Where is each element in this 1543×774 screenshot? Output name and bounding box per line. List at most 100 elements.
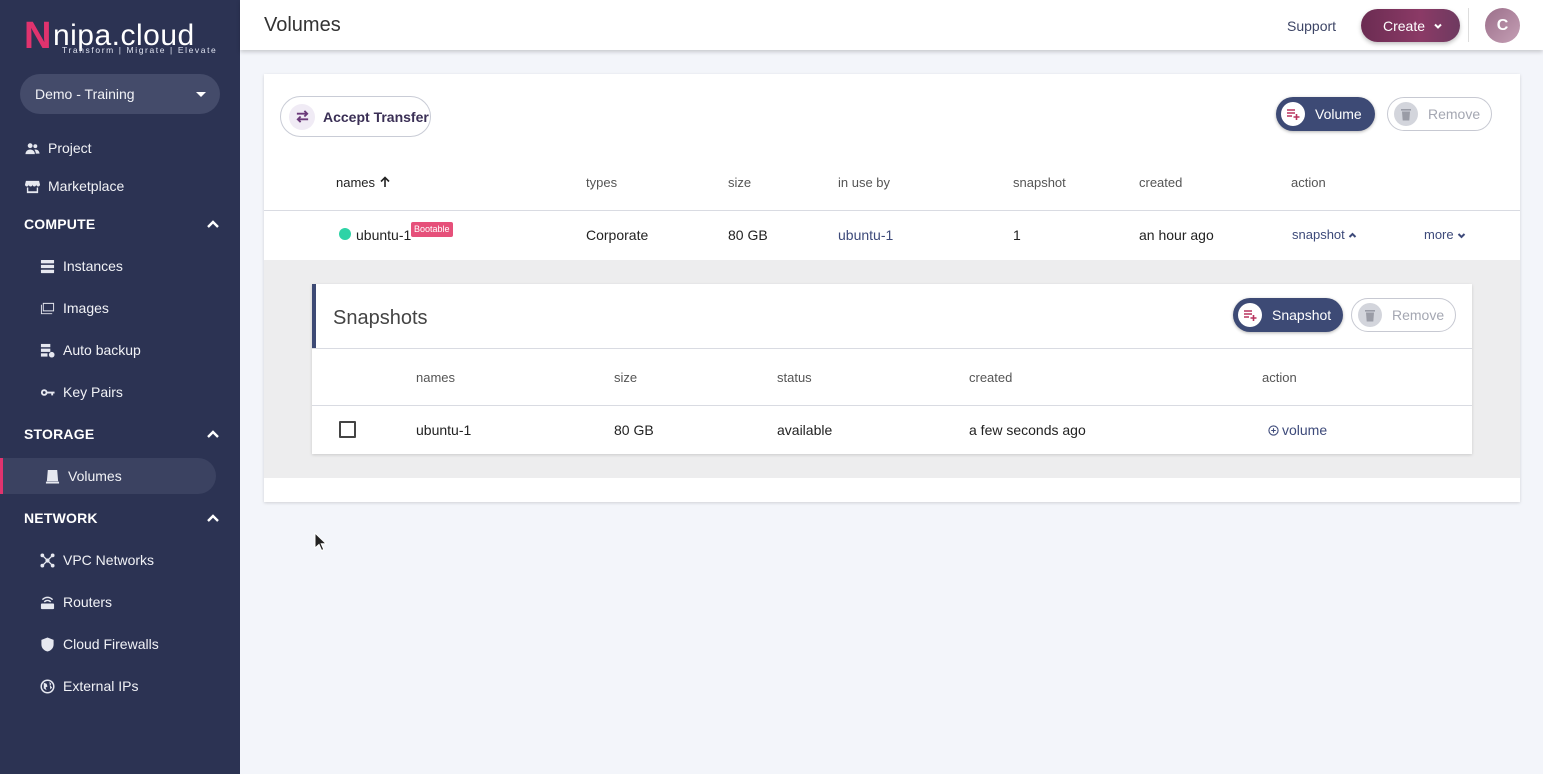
column-header-snapshot: snapshot xyxy=(1013,175,1066,190)
section-network[interactable]: NETWORK xyxy=(24,508,220,528)
sidebar-item-marketplace[interactable]: Marketplace xyxy=(0,168,240,204)
trash-icon xyxy=(1358,303,1382,327)
logo-tagline: Transform | Migrate | Elevate xyxy=(62,45,218,55)
accept-transfer-button[interactable]: Accept Transfer xyxy=(280,96,431,137)
add-snapshot-button[interactable]: Snapshot xyxy=(1233,298,1343,332)
add-list-icon xyxy=(1238,303,1262,327)
create-button-label: Create xyxy=(1383,17,1426,34)
chevron-up-icon xyxy=(207,220,219,228)
column-header-in-use-by: in use by xyxy=(838,175,891,190)
volume-in-use-by-link[interactable]: ubuntu-1 xyxy=(838,227,893,243)
sidebar-item-external-ips[interactable]: External IPs xyxy=(0,668,240,704)
sidebar-item-cloud-firewalls[interactable]: Cloud Firewalls xyxy=(0,626,240,662)
sidebar-item-label: Instances xyxy=(63,258,123,274)
snapshots-table-divider xyxy=(312,405,1472,406)
table-divider xyxy=(264,210,1520,211)
section-title: STORAGE xyxy=(24,426,95,442)
remove-snapshot-label: Remove xyxy=(1392,307,1445,323)
router-icon xyxy=(39,594,55,610)
snapshot-name: ubuntu-1 xyxy=(416,422,472,438)
sidebar-item-instances[interactable]: Instances xyxy=(0,248,240,284)
sidebar-item-volumes[interactable]: Volumes xyxy=(0,458,216,494)
sidebar-item-key-pairs[interactable]: Key Pairs xyxy=(0,374,240,410)
logo-initial: N xyxy=(24,15,52,57)
column-header-names[interactable]: names xyxy=(336,175,391,190)
chevron-up-icon xyxy=(207,514,219,522)
chevron-down-icon xyxy=(1434,23,1442,29)
snapshots-header-divider xyxy=(312,348,1472,349)
sidebar-item-routers[interactable]: Routers xyxy=(0,584,240,620)
store-icon xyxy=(24,178,40,194)
sidebar-item-project[interactable]: Project xyxy=(0,130,240,166)
more-label: more xyxy=(1424,227,1454,242)
more-dropdown-button[interactable]: more xyxy=(1424,227,1466,242)
snapshot-created: a few seconds ago xyxy=(969,422,1086,438)
sidebar-item-label: External IPs xyxy=(63,678,139,694)
transfer-icon xyxy=(289,103,315,130)
snapshot-expand-panel: Snapshots Snapshot Remove names size sta… xyxy=(264,260,1520,478)
support-link[interactable]: Support xyxy=(1287,18,1336,34)
images-icon xyxy=(39,300,55,316)
snapshots-card: Snapshots Snapshot Remove names size sta… xyxy=(312,284,1472,454)
sidebar-item-images[interactable]: Images xyxy=(0,290,240,326)
snapshots-accent-bar xyxy=(312,284,316,348)
sidebar-item-auto-backup[interactable]: Auto backup xyxy=(0,332,240,368)
top-header: Volumes Support Create C xyxy=(240,0,1543,50)
key-icon xyxy=(39,384,55,400)
project-selector-value: Demo - Training xyxy=(35,86,135,102)
page-title: Volumes xyxy=(264,14,341,36)
sidebar-item-label: Images xyxy=(63,300,109,316)
add-snapshot-label: Snapshot xyxy=(1272,307,1332,323)
remove-volume-button[interactable]: Remove xyxy=(1387,97,1492,131)
remove-snapshot-button[interactable]: Remove xyxy=(1351,298,1456,332)
create-volume-from-snapshot-button[interactable]: volume xyxy=(1268,422,1327,438)
trash-icon xyxy=(1394,102,1418,126)
globe-icon xyxy=(39,678,55,694)
volumes-card: Accept Transfer Volume Remove names type… xyxy=(264,74,1520,502)
snapshot-column-header-names: names xyxy=(416,370,456,385)
snapshot-toggle-button[interactable]: snapshot xyxy=(1292,227,1357,242)
snapshot-status: available xyxy=(777,422,833,438)
volume-icon xyxy=(44,468,60,484)
backup-icon xyxy=(39,342,55,358)
avatar[interactable]: C xyxy=(1485,8,1520,43)
column-header-action: action xyxy=(1291,175,1326,190)
brand-logo[interactable]: Nnipa.cloud Transform | Migrate | Elevat… xyxy=(24,14,218,58)
accept-transfer-label: Accept Transfer xyxy=(323,108,429,125)
people-icon xyxy=(24,140,40,156)
volume-created: an hour ago xyxy=(1139,227,1214,243)
snapshot-column-header-status: status xyxy=(777,370,812,385)
section-compute[interactable]: COMPUTE xyxy=(24,214,220,234)
snapshot-column-header-size: size xyxy=(614,370,638,385)
mouse-cursor-icon xyxy=(314,532,328,552)
add-volume-button[interactable]: Volume xyxy=(1276,97,1375,131)
column-header-types: types xyxy=(586,175,618,190)
chevron-up-icon xyxy=(207,430,219,438)
create-volume-label: volume xyxy=(1282,422,1328,438)
network-icon xyxy=(39,552,55,568)
column-header-label: names xyxy=(336,175,376,190)
snapshot-column-header-created: created xyxy=(969,370,1013,385)
section-storage[interactable]: STORAGE xyxy=(24,424,220,444)
chevron-up-icon xyxy=(1348,231,1357,240)
snapshot-row-checkbox[interactable] xyxy=(339,421,356,438)
section-title: NETWORK xyxy=(24,510,98,526)
remove-volume-label: Remove xyxy=(1428,106,1481,122)
volume-name: ubuntu-1 xyxy=(356,227,412,243)
add-volume-label: Volume xyxy=(1315,106,1362,122)
sidebar: Nnipa.cloud Transform | Migrate | Elevat… xyxy=(0,0,240,774)
volume-snapshot-count: 1 xyxy=(1013,227,1021,243)
sidebar-item-vpc-networks[interactable]: VPC Networks xyxy=(0,542,240,578)
sidebar-item-label: Key Pairs xyxy=(63,384,123,400)
column-header-size: size xyxy=(728,175,752,190)
create-button[interactable]: Create xyxy=(1361,9,1460,42)
arrow-up-icon xyxy=(380,176,390,187)
snapshots-title: Snapshots xyxy=(333,307,428,329)
chevron-down-icon xyxy=(1457,231,1466,240)
snapshot-size: 80 GB xyxy=(614,422,654,438)
bootable-badge: Bootable xyxy=(411,222,453,237)
plus-circle-icon xyxy=(1268,425,1279,436)
status-dot-icon xyxy=(339,228,351,240)
project-selector[interactable]: Demo - Training xyxy=(20,74,220,114)
sidebar-item-label: Cloud Firewalls xyxy=(63,636,159,652)
